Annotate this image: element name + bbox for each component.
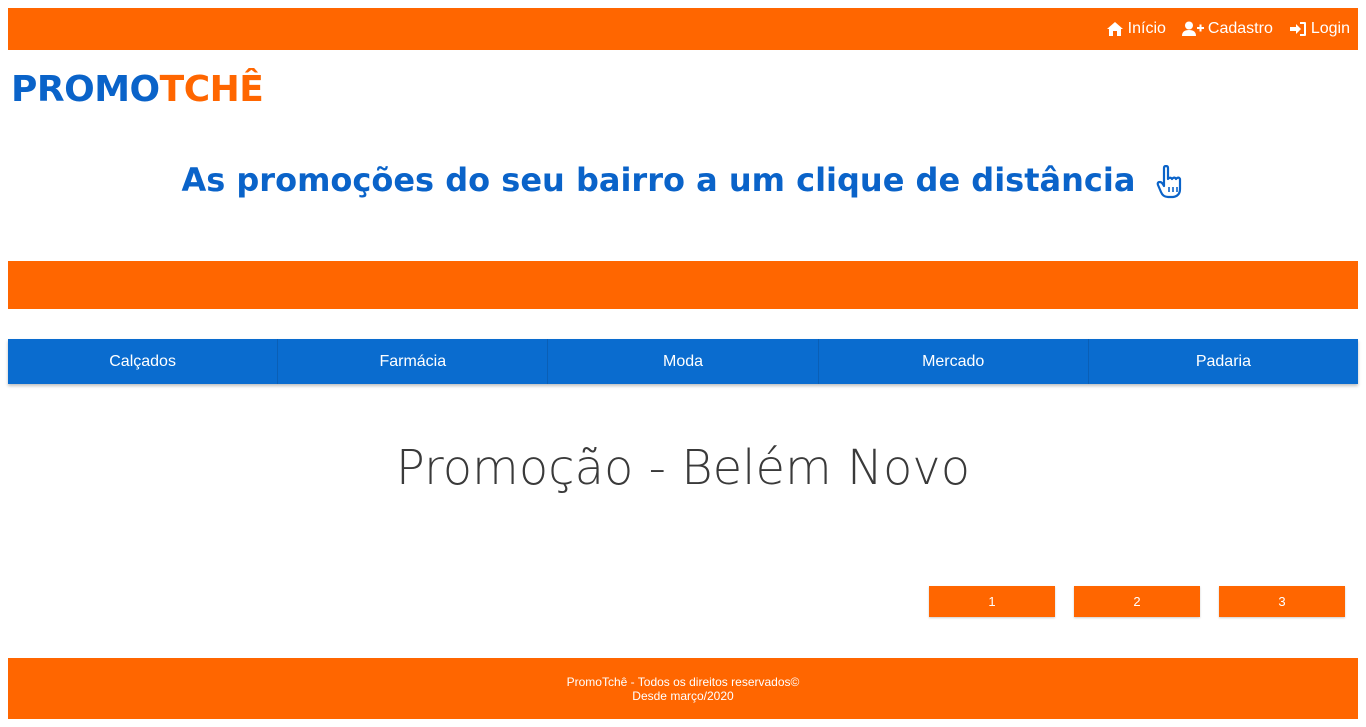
logo-part-tche: TCHÊ xyxy=(159,69,264,110)
pointing-hand-icon xyxy=(1156,164,1181,199)
category-moda[interactable]: Moda xyxy=(548,339,819,384)
nav-register-label: Cadastro xyxy=(1207,20,1273,37)
category-bar: Calçados Farmácia Moda Mercado Padaria xyxy=(8,339,1358,384)
sign-in-icon xyxy=(1289,22,1306,36)
tagline-text: As promoções do seu bairro a um clique d… xyxy=(181,161,1136,199)
pagination: 1 2 3 xyxy=(929,586,1345,617)
home-icon xyxy=(1106,22,1123,36)
top-navbar: Início Cadastro Login xyxy=(8,8,1358,50)
footer: PromoTchê - Todos os direitos reservados… xyxy=(8,658,1358,719)
category-mercado[interactable]: Mercado xyxy=(819,339,1089,384)
logo-part-promo: PROMO xyxy=(11,69,160,110)
page-title: Promoção - Belém Novo xyxy=(395,440,971,496)
category-farmacia[interactable]: Farmácia xyxy=(278,339,549,384)
footer-copyright: PromoTchê - Todos os direitos reservados… xyxy=(566,674,800,689)
page-button-2[interactable]: 2 xyxy=(1074,586,1200,617)
nav-register-link[interactable]: Cadastro xyxy=(1181,20,1273,38)
page-button-1[interactable]: 1 xyxy=(929,586,1055,617)
footer-since: Desde março/2020 xyxy=(632,688,734,703)
nav-home-label: Início xyxy=(1127,20,1166,37)
tagline: As promoções do seu bairro a um clique d… xyxy=(0,158,1366,202)
nav-home-link[interactable]: Início xyxy=(1106,20,1166,38)
orange-banner xyxy=(8,261,1358,309)
nav-login-link[interactable]: Login xyxy=(1289,20,1350,38)
category-padaria[interactable]: Padaria xyxy=(1089,339,1358,384)
page-button-3[interactable]: 3 xyxy=(1219,586,1345,617)
user-plus-icon xyxy=(1181,21,1204,36)
nav-login-label: Login xyxy=(1310,20,1350,37)
category-calcados[interactable]: Calçados xyxy=(8,339,279,384)
site-logo[interactable]: PROMOTCHÊ xyxy=(11,68,264,112)
